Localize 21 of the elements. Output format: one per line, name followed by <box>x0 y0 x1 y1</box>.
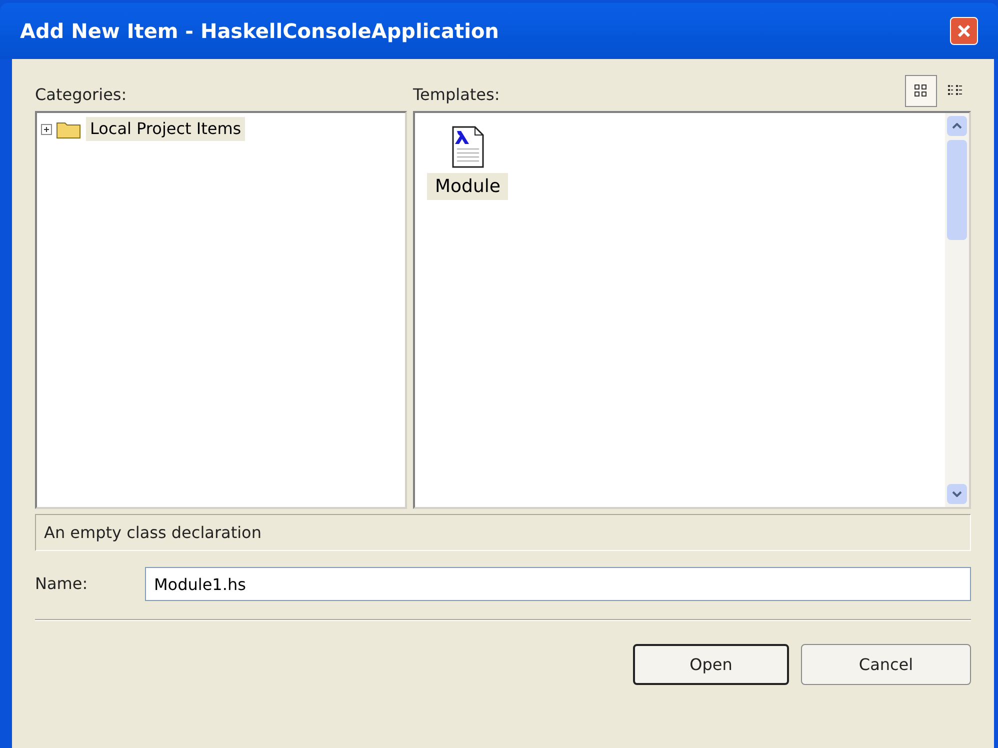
name-input-field[interactable]: Module1.hs <box>145 567 971 601</box>
tree-item[interactable]: Local Project Items <box>86 117 246 141</box>
close-button[interactable] <box>950 17 978 45</box>
templates-label: Templates: <box>413 84 500 106</box>
view-mode-button[interactable] <box>905 75 937 107</box>
window-title: Add New Item - HaskellConsoleApplication <box>20 18 499 45</box>
dialog-button[interactable]: Open <box>633 644 789 685</box>
scroll-down-icon <box>952 491 962 497</box>
expander-icon[interactable] <box>41 124 52 134</box>
list-view-icon <box>947 84 963 98</box>
name-label: Name: <box>35 573 89 595</box>
scrollbar[interactable] <box>945 113 969 507</box>
dialog-button[interactable]: Cancel <box>801 644 971 685</box>
haskell-file-icon <box>450 125 485 169</box>
scroll-thumb[interactable] <box>947 140 967 240</box>
categories-label: Categories: <box>35 84 128 106</box>
close-icon <box>957 24 971 38</box>
large-icons-view-icon <box>914 84 928 98</box>
description-text: An empty class declaration <box>44 522 262 544</box>
scroll-up-icon <box>952 123 962 129</box>
template-item[interactable]: Module <box>427 173 508 200</box>
